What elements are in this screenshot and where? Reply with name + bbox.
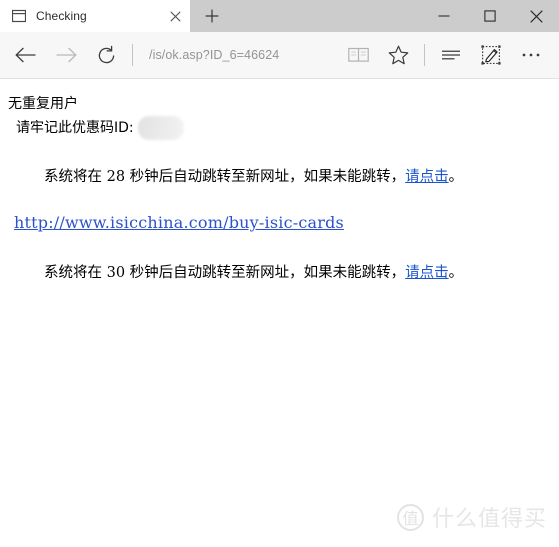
coupon-code-row: 请牢记此优惠码ID: xyxy=(8,116,551,141)
redirect-link-1[interactable]: 请点击 xyxy=(405,169,449,185)
titlebar-spacer xyxy=(234,0,421,32)
favorites-star-icon[interactable] xyxy=(378,35,418,75)
page-icon xyxy=(12,9,26,23)
redirect-middle-1: 秒钟后自动跳转至新网址，如果未能跳转， xyxy=(125,169,406,186)
refresh-button[interactable] xyxy=(86,35,126,75)
redirect-message-2: 系统将在 30 秒钟后自动跳转至新网址，如果未能跳转，请点击。 xyxy=(8,262,551,286)
redirect-middle-2: 秒钟后自动跳转至新网址，如果未能跳转， xyxy=(125,265,406,282)
tab-title: Checking xyxy=(36,9,87,23)
page-content: 无重复用户 请牢记此优惠码ID: 系统将在 28 秒钟后自动跳转至新网址，如果未… xyxy=(0,79,559,547)
minimize-button[interactable] xyxy=(421,0,467,32)
watermark: 值 什么值得买 xyxy=(396,501,547,533)
right-toolbar xyxy=(431,35,551,75)
address-input[interactable]: /is/ok.asp?ID_6=46624 xyxy=(139,48,279,62)
titlebar: Checking xyxy=(0,0,559,32)
browser-tab-checking[interactable]: Checking xyxy=(0,0,190,32)
forward-button[interactable] xyxy=(46,35,86,75)
page-heading: 无重复用户 xyxy=(8,96,78,112)
browser-window: Checking /is/ok.asp?ID_6=46624 无重复用户 请牢记… xyxy=(0,0,559,547)
redirect-prefix-2: 系统将在 xyxy=(44,265,107,282)
document-body: 无重复用户 请牢记此优惠码ID: 系统将在 28 秒钟后自动跳转至新网址，如果未… xyxy=(0,79,559,286)
countdown-seconds-1: 28 xyxy=(106,169,126,186)
redirect-prefix-1: 系统将在 xyxy=(44,169,107,186)
reading-view-icon[interactable] xyxy=(338,35,378,75)
close-tab-icon[interactable] xyxy=(160,0,190,32)
target-url-line: http://www.isicchina.com/buy-isic-cards xyxy=(8,210,551,236)
hub-icon[interactable] xyxy=(431,35,471,75)
window-controls xyxy=(421,0,559,32)
more-options-icon[interactable] xyxy=(511,35,551,75)
coupon-code-label: 请牢记此优惠码ID: xyxy=(16,119,134,136)
toolbar-divider-left xyxy=(132,44,133,66)
watermark-text: 什么值得买 xyxy=(431,507,547,532)
address-bar-icons xyxy=(338,35,418,75)
target-url-link[interactable]: http://www.isicchina.com/buy-isic-cards xyxy=(14,213,344,232)
redirect-link-2[interactable]: 请点击 xyxy=(405,265,449,281)
web-note-pen-icon[interactable] xyxy=(471,35,511,75)
maximize-button[interactable] xyxy=(467,0,513,32)
redirect-suffix-2: 。 xyxy=(448,265,464,282)
close-window-button[interactable] xyxy=(513,0,559,32)
coupon-code-redaction xyxy=(137,116,184,141)
watermark-badge: 值 xyxy=(396,503,424,531)
navigation-toolbar: /is/ok.asp?ID_6=46624 xyxy=(0,32,559,79)
address-bar[interactable]: /is/ok.asp?ID_6=46624 xyxy=(139,35,338,75)
new-tab-button[interactable] xyxy=(190,0,234,32)
back-button[interactable] xyxy=(6,35,46,75)
toolbar-divider-right xyxy=(424,44,425,66)
countdown-seconds-2: 30 xyxy=(106,265,126,282)
redirect-message-1: 系统将在 28 秒钟后自动跳转至新网址，如果未能跳转，请点击。 xyxy=(8,166,551,190)
redirect-suffix-1: 。 xyxy=(448,169,464,186)
